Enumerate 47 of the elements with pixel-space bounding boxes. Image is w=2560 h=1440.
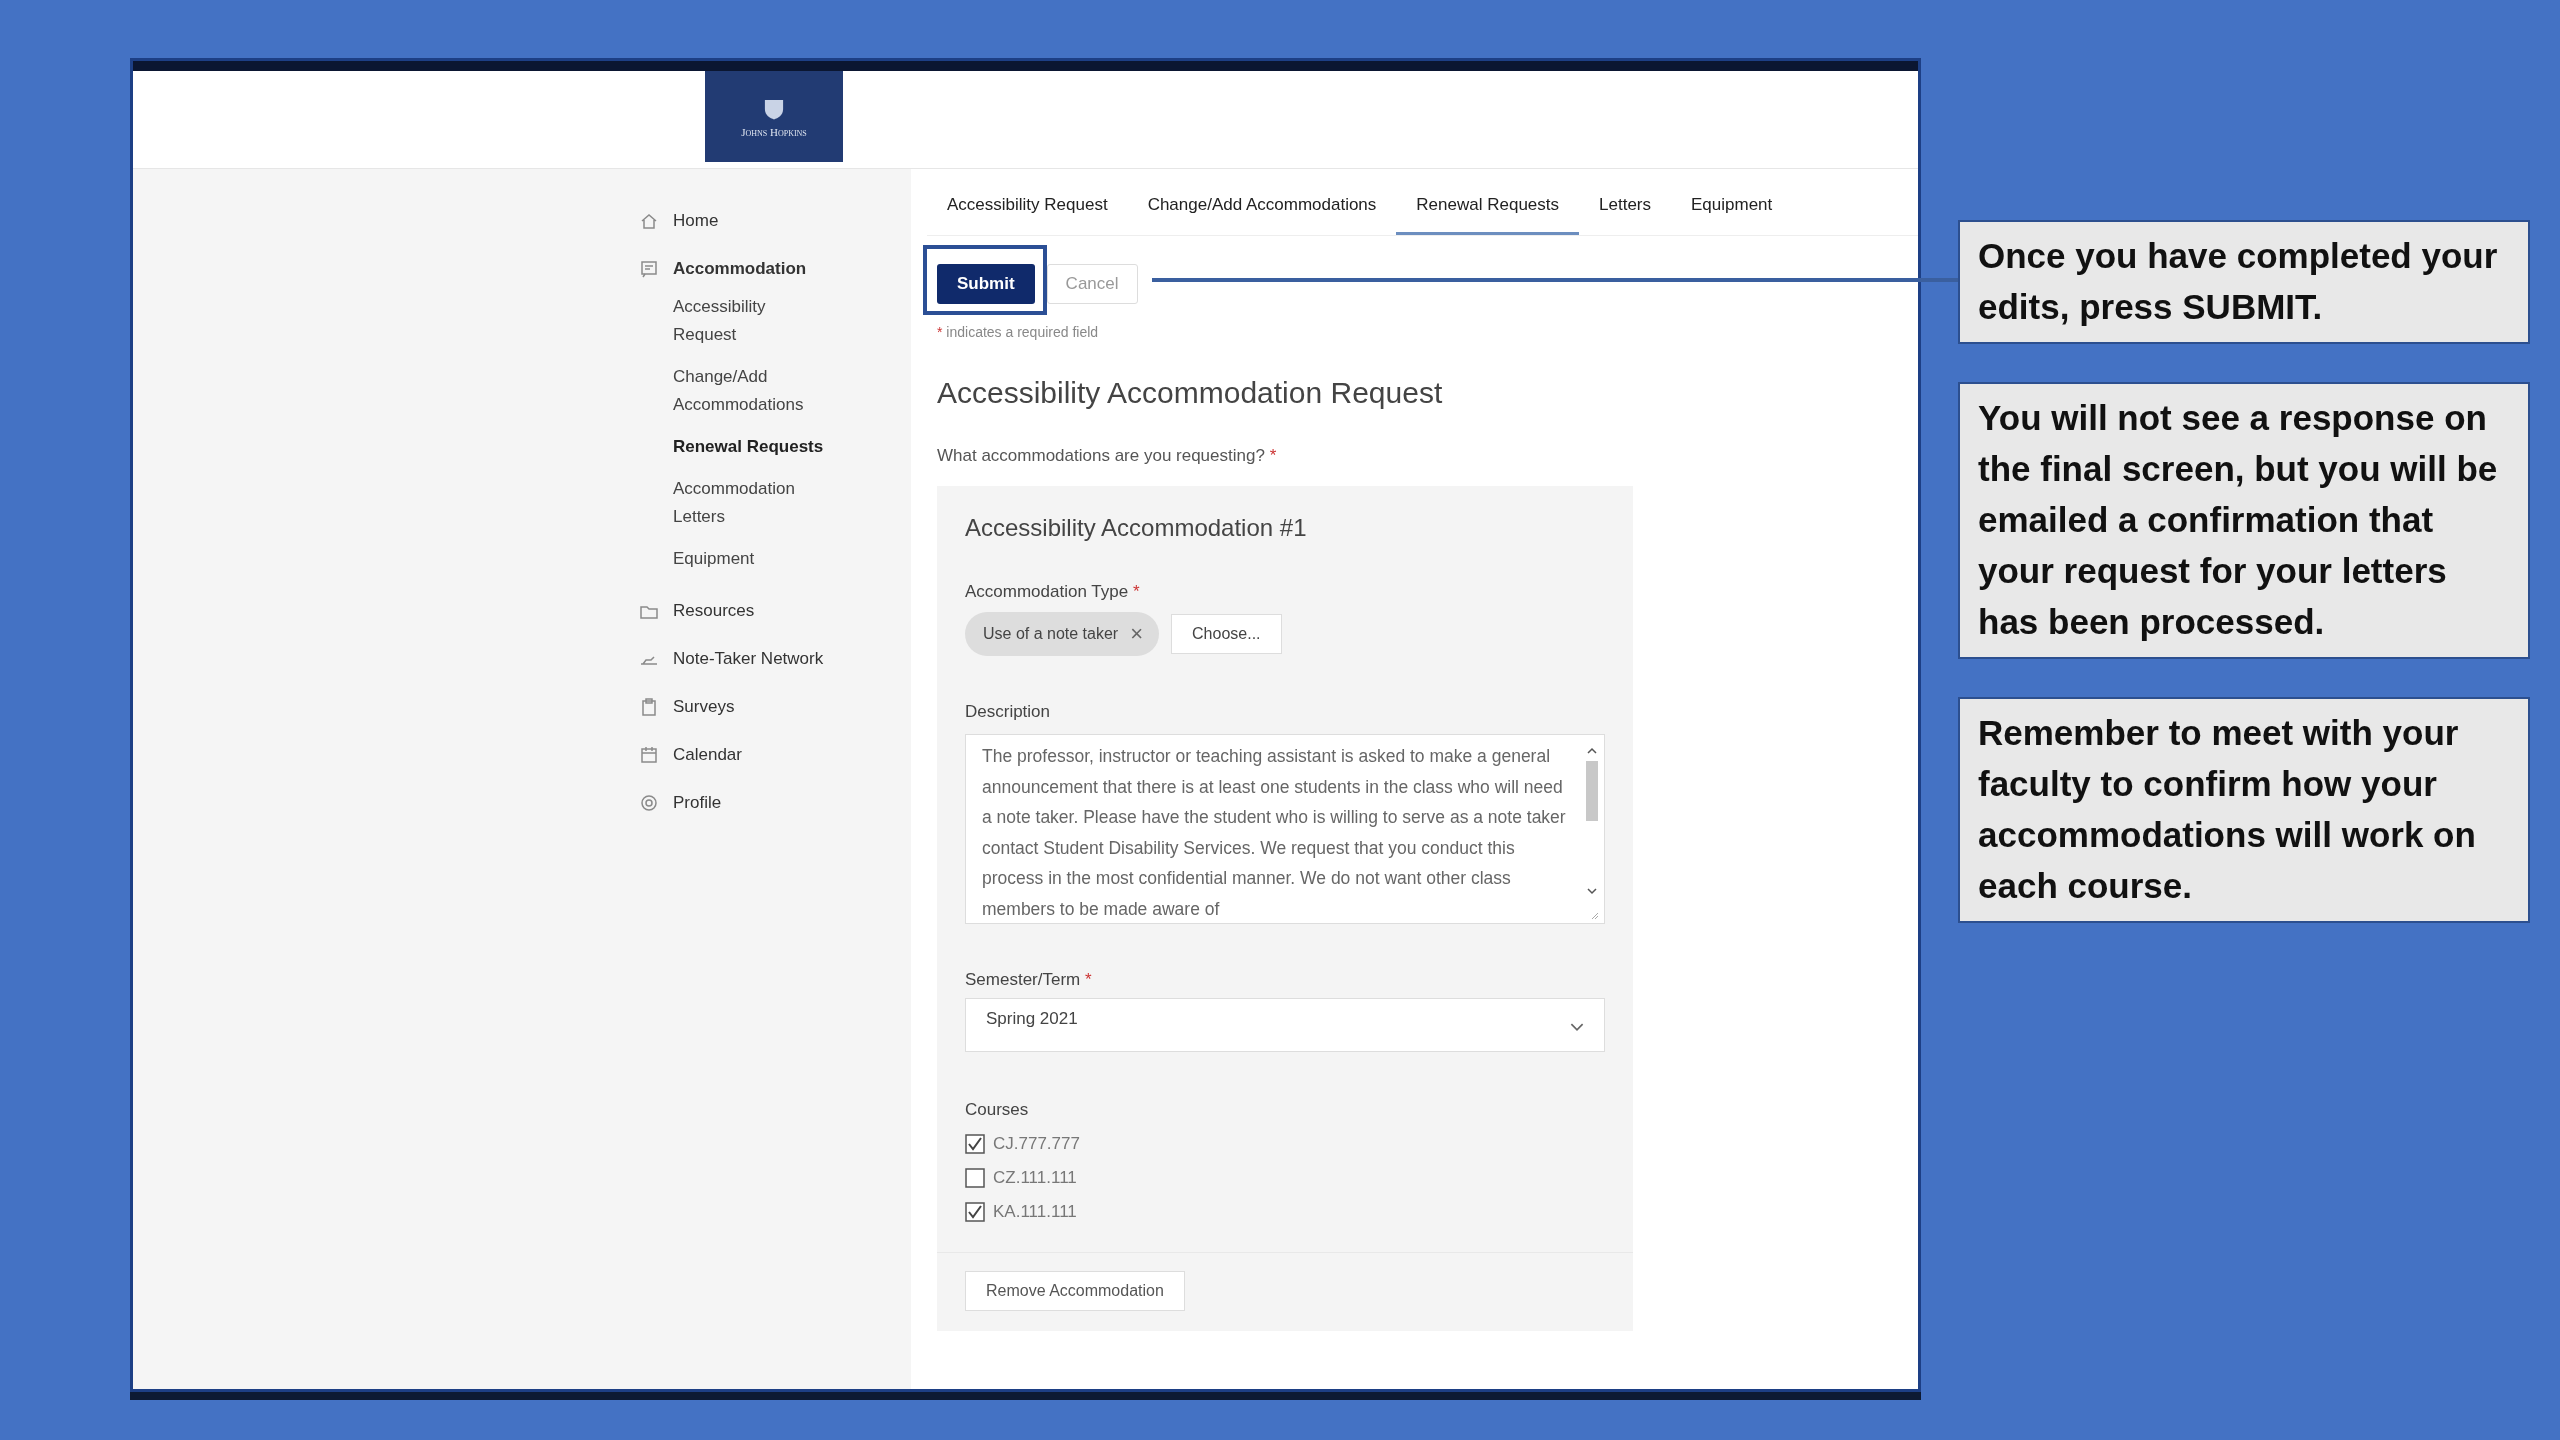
chevron-down-icon xyxy=(1570,1023,1584,1032)
sidebar-item[interactable]: Home xyxy=(639,197,911,245)
checkbox[interactable] xyxy=(965,1168,985,1188)
sidebar-subitem[interactable]: Change/Add Accommodations xyxy=(673,363,833,419)
university-logo[interactable]: Johns Hopkins xyxy=(705,71,843,162)
sidebar-item[interactable]: Accommodation xyxy=(639,245,911,293)
sidebar-item[interactable]: Calendar xyxy=(639,731,911,779)
question-label: What accommodations are you requesting? * xyxy=(937,446,1278,466)
term-select[interactable]: Spring 2021 xyxy=(965,998,1605,1052)
sidebar-item[interactable]: Profile xyxy=(639,779,911,827)
field-label: Semester/Term * xyxy=(965,970,1093,990)
callout-text: Remember to meet with your faculty to confirm how your accommodations will work on each course. xyxy=(1958,697,2530,923)
sidebar-subitem[interactable]: Accommodation Letters xyxy=(673,475,833,531)
tab[interactable]: Renewal Requests xyxy=(1396,177,1580,235)
calendar-icon xyxy=(639,745,659,765)
tab[interactable]: Letters xyxy=(1579,177,1671,235)
tab[interactable]: Equipment xyxy=(1671,177,1793,235)
submit-button[interactable]: Submit xyxy=(937,264,1035,304)
checkbox[interactable] xyxy=(965,1134,985,1154)
callout-text: Once you have completed your edits, press SUBMIT. xyxy=(1958,220,2530,344)
document-icon xyxy=(639,259,659,279)
checkbox[interactable] xyxy=(965,1202,985,1222)
required-note: * indicates a required field xyxy=(937,324,1100,340)
field-label: Description xyxy=(965,702,1052,722)
sidebar-subitem[interactable]: Equipment xyxy=(673,545,833,573)
field-label: Courses xyxy=(965,1100,1030,1120)
sidebar-subitem[interactable]: Accessibility Request xyxy=(673,293,833,349)
gear-icon xyxy=(639,793,659,813)
sidebar-item[interactable]: Resources xyxy=(639,587,911,635)
course-label: KA.111.111 xyxy=(993,1202,1077,1222)
sidebar-subitem[interactable]: Renewal Requests xyxy=(673,433,833,461)
tab[interactable]: Accessibility Request xyxy=(927,177,1128,235)
chip-label: Use of a note taker xyxy=(983,625,1119,643)
callout-text: You will not see a response on the final screen, but you will be emailed a confirmation that your request for your letters has been processed. xyxy=(1958,382,2530,659)
course-label: CZ.111.111 xyxy=(993,1168,1077,1188)
clipboard-icon xyxy=(639,697,659,717)
remove-accommodation-button[interactable]: Remove Accommodation xyxy=(965,1271,1185,1311)
sidebar-item[interactable]: Surveys xyxy=(639,683,911,731)
card-title: Accessibility Accommodation #1 xyxy=(965,514,1308,542)
course-label: CJ.777.777 xyxy=(993,1134,1080,1154)
field-label: Accommodation Type * xyxy=(965,582,1141,602)
remove-chip-button[interactable]: × xyxy=(1130,621,1144,647)
home-icon xyxy=(639,211,659,231)
choose-button[interactable]: Choose... xyxy=(1171,614,1282,654)
tab[interactable]: Change/Add Accommodations xyxy=(1127,177,1397,235)
form-title: Accessibility Accommodation Request xyxy=(937,376,1444,410)
sidebar-item[interactable]: Note-Taker Network xyxy=(639,635,911,683)
